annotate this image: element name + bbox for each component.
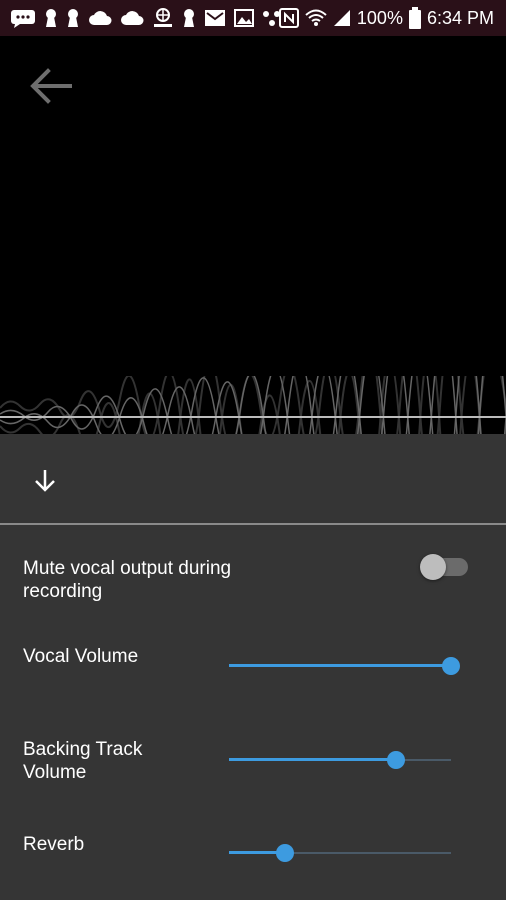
mail-icon [205, 10, 225, 26]
image-icon [234, 9, 254, 27]
arrow-back-icon [30, 68, 72, 104]
slider-thumb[interactable] [386, 751, 405, 769]
sheet-header [0, 434, 506, 522]
backing-track-volume-slider[interactable] [229, 748, 451, 772]
back-button[interactable] [28, 66, 74, 106]
recording-view [0, 36, 506, 456]
chat-icon [11, 10, 35, 28]
collapse-button[interactable] [30, 466, 60, 496]
arrow-down-icon [35, 470, 55, 492]
battery-icon [408, 7, 421, 29]
mute-vocal-toggle[interactable] [420, 554, 470, 580]
battery-percent: 100% [356, 7, 403, 28]
mute-vocal-label: Mute vocal output during recording [23, 558, 232, 602]
vocal-volume-label: Vocal Volume [23, 646, 139, 667]
reverb-slider[interactable] [229, 841, 451, 865]
reverb-label: Reverb [23, 834, 85, 855]
vocal-volume-slider[interactable] [229, 654, 460, 678]
slider-fill [229, 664, 451, 667]
cloud-icon [121, 11, 144, 25]
signal-icon [333, 10, 350, 26]
notification-icons [10, 8, 282, 28]
toggle-thumb [420, 554, 446, 580]
keyhole-icon [46, 9, 56, 27]
system-icons: 100% 6:34 PM [278, 6, 494, 30]
clock: 6:34 PM [426, 7, 494, 28]
slider-thumb[interactable] [442, 657, 460, 675]
status-bar: 100% 6:34 PM [0, 0, 506, 36]
slider-thumb[interactable] [275, 844, 294, 862]
nfc-icon [278, 8, 299, 28]
keyhole-icon [68, 9, 78, 27]
settings-sheet: Mute vocal output during recording Vocal… [0, 434, 506, 900]
backing-track-volume-label: Backing Track Volume [23, 739, 143, 783]
wifi-icon [305, 9, 327, 26]
cloud-icon [89, 11, 112, 25]
slider-fill [229, 758, 396, 761]
keyhole-icon [184, 9, 194, 27]
directv-icon [154, 8, 172, 27]
divider [0, 523, 506, 525]
